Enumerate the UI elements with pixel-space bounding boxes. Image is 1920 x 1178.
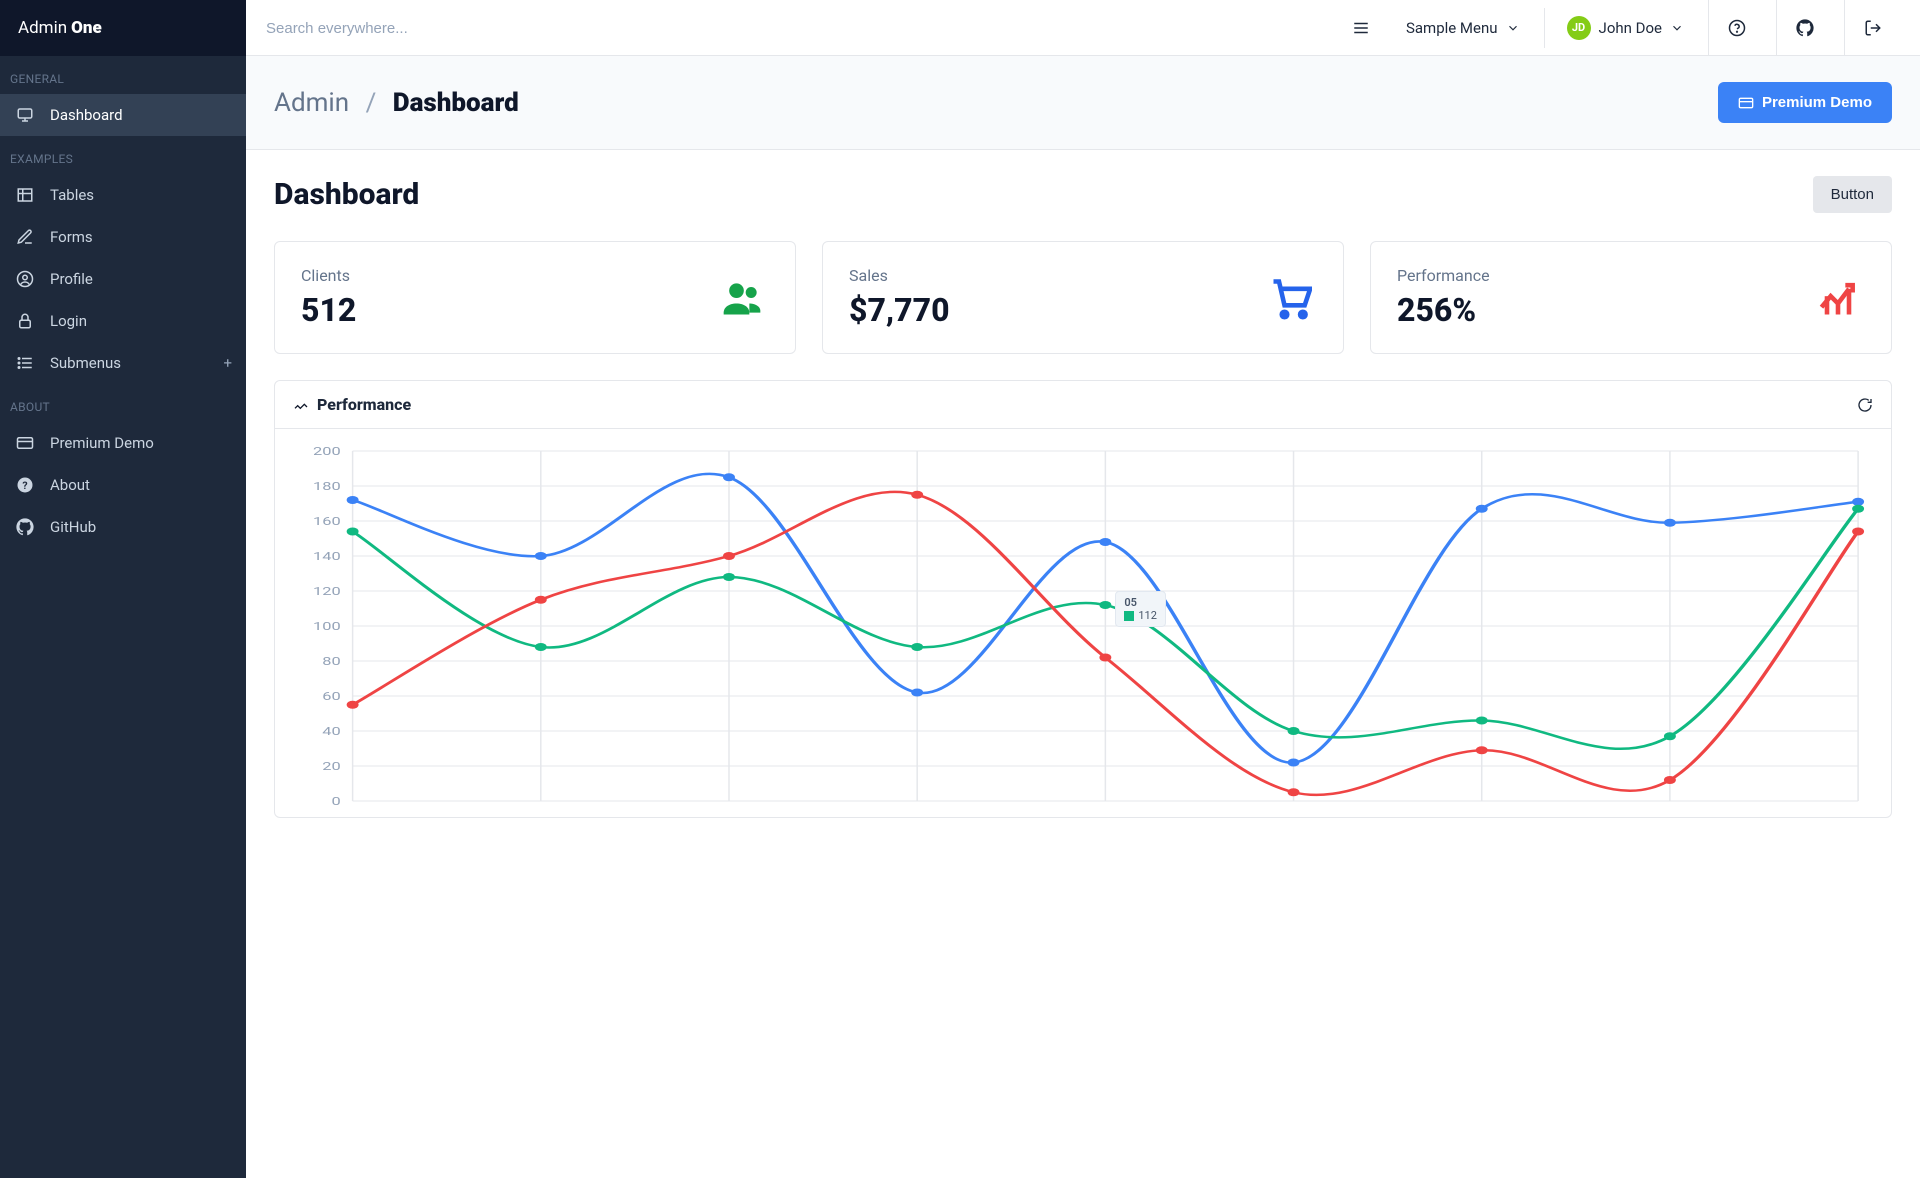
- refresh-button[interactable]: [1857, 397, 1873, 413]
- svg-text:140: 140: [313, 551, 341, 564]
- sidebar-item-forms[interactable]: Forms: [0, 216, 246, 258]
- sidebar-item-submenus[interactable]: Submenus +: [0, 342, 246, 384]
- sidebar-section-label: EXAMPLES: [0, 136, 246, 174]
- sidebar-item-label: Tables: [50, 186, 94, 204]
- sidebar-item-tables[interactable]: Tables: [0, 174, 246, 216]
- stat-value: 512: [301, 291, 356, 329]
- sidebar-item-label: Profile: [50, 270, 93, 288]
- svg-text:120: 120: [313, 586, 341, 599]
- chart-tooltip: 05 112: [1115, 591, 1166, 627]
- lock-icon: [14, 312, 36, 330]
- stat-label: Clients: [301, 266, 356, 285]
- card-icon: [14, 434, 36, 452]
- breadcrumb-current: Dashboard: [393, 88, 519, 118]
- sidebar-item-profile[interactable]: Profile: [0, 258, 246, 300]
- sidebar-item-about[interactable]: ? About: [0, 464, 246, 506]
- svg-text:60: 60: [322, 691, 341, 704]
- page-title: Dashboard: [274, 177, 419, 212]
- user-menu[interactable]: JD John Doe: [1544, 8, 1696, 48]
- sidebar-item-label: Submenus: [50, 354, 121, 372]
- menu-icon: [1352, 19, 1370, 37]
- stat-label: Performance: [1397, 266, 1490, 285]
- card-icon: [1738, 95, 1754, 111]
- sidebar-item-label: Premium Demo: [50, 434, 154, 452]
- trend-icon: [1811, 271, 1865, 325]
- sidebar-item-label: Dashboard: [50, 106, 123, 124]
- table-icon: [14, 186, 36, 204]
- stat-card-sales: Sales $7,770: [822, 241, 1344, 354]
- stat-label: Sales: [849, 266, 950, 285]
- breadcrumb-root: Admin: [274, 88, 349, 118]
- edit-icon: [14, 228, 36, 246]
- svg-text:80: 80: [322, 656, 341, 669]
- performance-chart[interactable]: 0 20 40 60 80 100 120 140 160 180 200 05 112: [293, 441, 1873, 811]
- help-icon: ?: [14, 476, 36, 494]
- users-icon: [715, 271, 769, 325]
- cart-icon: [1263, 271, 1317, 325]
- stat-card-clients: Clients 512: [274, 241, 796, 354]
- performance-panel: Performance 0 20 40 60 80 100 120 140 160 180 200 …: [274, 380, 1892, 818]
- brand-pre: Admin: [18, 18, 67, 38]
- logout-icon: [1864, 19, 1882, 37]
- brand-bold: One: [71, 18, 102, 38]
- tooltip-value: 112: [1138, 609, 1157, 622]
- sidebar-item-premium[interactable]: Premium Demo: [0, 422, 246, 464]
- hamburger-button[interactable]: [1340, 11, 1382, 45]
- sidebar-item-label: Forms: [50, 228, 93, 246]
- user-name: John Doe: [1599, 19, 1662, 37]
- brand: Admin One: [0, 0, 246, 56]
- hero: Admin / Dashboard Premium Demo: [246, 56, 1920, 150]
- monitor-icon: [14, 106, 36, 124]
- sidebar-item-dashboard[interactable]: Dashboard: [0, 94, 246, 136]
- refresh-icon: [1857, 397, 1873, 413]
- sidebar: Admin One GENERAL Dashboard EXAMPLES Tables…: [0, 0, 246, 1178]
- svg-text:40: 40: [322, 726, 341, 739]
- premium-demo-button[interactable]: Premium Demo: [1718, 82, 1892, 123]
- svg-text:180: 180: [313, 481, 341, 494]
- svg-text:?: ?: [22, 479, 27, 492]
- sample-menu-dropdown[interactable]: Sample Menu: [1394, 11, 1532, 45]
- tooltip-xlabel: 05: [1124, 596, 1157, 609]
- svg-text:0: 0: [331, 796, 340, 809]
- chevron-down-icon: [1506, 21, 1520, 35]
- sidebar-item-login[interactable]: Login: [0, 300, 246, 342]
- avatar: JD: [1567, 16, 1591, 40]
- title-button[interactable]: Button: [1813, 176, 1892, 213]
- sidebar-section-label: ABOUT: [0, 384, 246, 422]
- panel-title-text: Performance: [317, 395, 411, 414]
- github-icon: [1796, 19, 1814, 37]
- topbar: Sample Menu JD John Doe: [246, 0, 1920, 56]
- github-button[interactable]: [1776, 0, 1832, 56]
- help-button[interactable]: [1708, 0, 1764, 56]
- tooltip-swatch: [1124, 611, 1134, 621]
- breadcrumb: Admin / Dashboard: [274, 88, 519, 118]
- sample-menu-label: Sample Menu: [1406, 19, 1498, 37]
- sidebar-item-label: Login: [50, 312, 87, 330]
- list-icon: [14, 354, 36, 372]
- user-circle-icon: [14, 270, 36, 288]
- chart-icon: [293, 397, 309, 413]
- logout-button[interactable]: [1844, 0, 1900, 56]
- sidebar-section-label: GENERAL: [0, 56, 246, 94]
- chevron-down-icon: [1670, 21, 1684, 35]
- premium-demo-label: Premium Demo: [1762, 94, 1872, 111]
- github-icon: [14, 518, 36, 536]
- search: [266, 18, 686, 37]
- sidebar-item-label: About: [50, 476, 90, 494]
- search-input[interactable]: [266, 20, 686, 37]
- help-icon: [1728, 19, 1746, 37]
- svg-text:100: 100: [313, 621, 341, 634]
- breadcrumb-separator: /: [366, 88, 377, 118]
- stat-card-performance: Performance 256%: [1370, 241, 1892, 354]
- sidebar-item-github[interactable]: GitHub: [0, 506, 246, 548]
- plus-icon: +: [223, 354, 232, 372]
- svg-text:200: 200: [313, 446, 341, 459]
- svg-text:20: 20: [322, 761, 341, 774]
- stat-value: 256%: [1397, 291, 1490, 329]
- stat-value: $7,770: [849, 291, 950, 329]
- svg-text:160: 160: [313, 516, 341, 529]
- sidebar-item-label: GitHub: [50, 518, 96, 536]
